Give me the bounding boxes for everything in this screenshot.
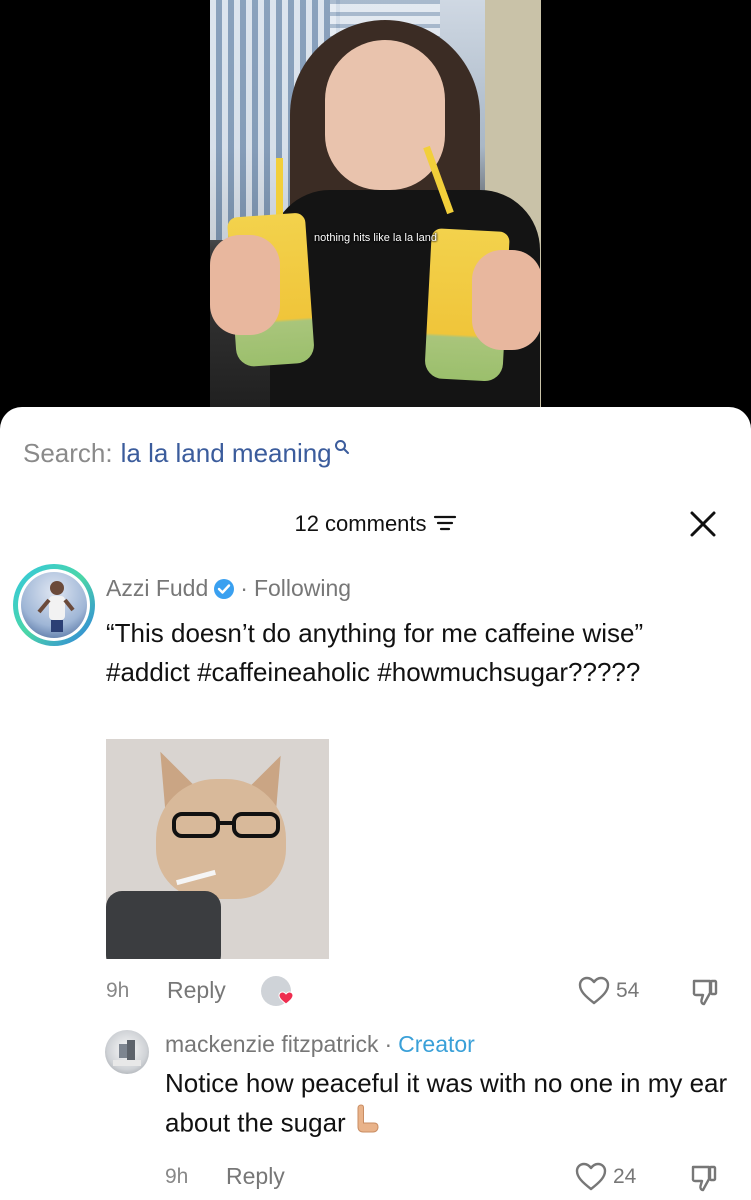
hand [210, 235, 280, 335]
heart-icon [575, 1162, 607, 1191]
search-term-link[interactable]: la la land meaning [121, 438, 332, 469]
like-count: 24 [613, 1165, 637, 1188]
like-count: 54 [616, 979, 640, 1002]
search-suggestion[interactable]: Search: la la land meaning [23, 438, 350, 469]
avatar-image [21, 572, 87, 638]
comment-time: 9h [165, 1165, 189, 1188]
heart-icon [578, 976, 610, 1005]
close-icon[interactable] [686, 507, 720, 541]
creator-badge: Creator [398, 1031, 475, 1057]
separator-dot: · [384, 1031, 393, 1057]
avatar[interactable] [13, 564, 95, 646]
dislike-icon[interactable] [689, 1163, 719, 1198]
reply-comment: mackenzie fitzpatrick · Creator Notice h… [165, 1031, 735, 1146]
separator-dot: · [240, 575, 248, 601]
heart-icon [278, 991, 294, 1010]
hand [472, 250, 541, 350]
comments-count: 12 comments [294, 511, 427, 536]
comment-meta: 9h Reply 54 [106, 976, 726, 1012]
comment-username[interactable]: mackenzie fitzpatrick [165, 1031, 378, 1058]
person-face [325, 40, 445, 190]
phone [106, 891, 221, 959]
hand-emoji-icon [353, 1103, 381, 1146]
dislike-icon[interactable] [690, 977, 720, 1012]
like-button[interactable]: 24 [575, 1162, 636, 1192]
comment-time: 9h [106, 979, 130, 1002]
reply-button[interactable]: Reply [167, 977, 226, 1004]
comment-text: “This doesn’t do anything for me caffein… [106, 618, 644, 687]
search-icon [334, 431, 350, 462]
comment-meta: 9h Reply 24 [165, 1162, 725, 1198]
avatar[interactable] [105, 1030, 149, 1074]
video-frame[interactable]: nothing hits like la la land [210, 0, 541, 420]
comments-header: 12 comments [0, 511, 751, 538]
comment-text: Notice how peaceful it was with no one i… [165, 1068, 728, 1138]
comment: Azzi Fudd · Following “This doesn’t do a… [106, 575, 726, 692]
following-label: Following [253, 575, 352, 601]
comments-sheet: Search: la la land meaning 12 comments A… [0, 407, 751, 1200]
verified-badge-icon [214, 578, 235, 599]
like-button[interactable]: 54 [578, 976, 639, 1006]
search-label: Search: [23, 438, 113, 468]
reply-button[interactable]: Reply [226, 1163, 285, 1190]
filter-icon[interactable] [433, 512, 457, 538]
comment-image[interactable] [106, 739, 329, 959]
video-caption: nothing hits like la la land [314, 232, 437, 244]
glasses [172, 812, 280, 838]
comment-username[interactable]: Azzi Fudd [106, 575, 208, 602]
video-player[interactable]: nothing hits like la la land [0, 0, 751, 420]
